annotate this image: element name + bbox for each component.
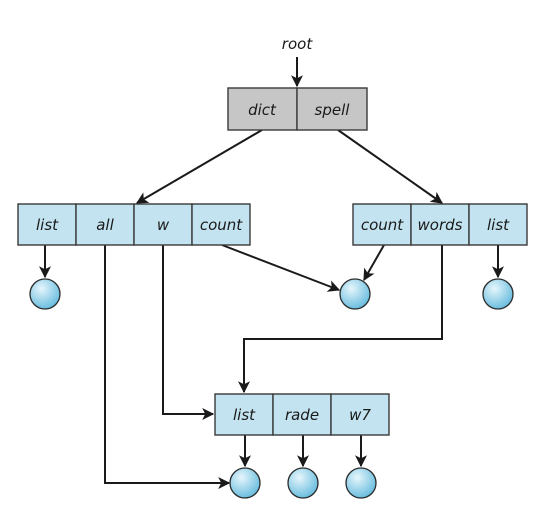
edge-dict-count-to-shared-file — [221, 244, 341, 292]
file-node-spell-list[interactable] — [482, 278, 514, 310]
file-node-shared-count[interactable] — [339, 278, 371, 310]
spell-entry-words-label: words — [418, 216, 463, 234]
edge-spell-to-spell-dir — [337, 129, 443, 204]
root-entry-spell-label: spell — [315, 101, 351, 119]
acyclic-graph-directory-diagram: root dict spell list all w count count w… — [17, 35, 528, 499]
dict-entry-all-label: all — [96, 216, 114, 234]
spell-directory: count words list — [352, 203, 528, 246]
dict-entry-count-label: count — [200, 216, 243, 234]
file-node-dict-list[interactable] — [29, 278, 61, 310]
spell-entry-list-label: list — [487, 216, 510, 234]
words-entry-rade-label: rade — [285, 406, 319, 424]
file-node-words-w7[interactable] — [345, 467, 377, 499]
edge-dict-to-dict-dir — [135, 129, 263, 204]
dict-entry-list-label: list — [36, 216, 59, 234]
words-entry-list-label: list — [233, 406, 256, 424]
file-node-words-rade[interactable] — [287, 467, 319, 499]
file-node-words-list[interactable] — [229, 467, 261, 499]
edge-dict-w-to-words-dir — [162, 245, 215, 420]
dict-entry-w-label: w — [157, 216, 170, 234]
edge-spell-count-to-shared-file — [363, 244, 385, 282]
words-entry-w7-label: w7 — [349, 406, 371, 424]
spell-entry-count-label: count — [361, 216, 404, 234]
edge-spell-words-to-words-dir — [238, 245, 443, 394]
dict-directory: list all w count — [17, 203, 251, 246]
words-directory: list rade w7 — [214, 393, 390, 436]
file-nodes — [29, 278, 514, 499]
root-directory: dict spell — [227, 87, 368, 131]
root-label: root — [282, 35, 314, 53]
edge-dict-all-to-words-list-file — [104, 245, 231, 489]
root-entry-dict-label: dict — [248, 101, 277, 119]
